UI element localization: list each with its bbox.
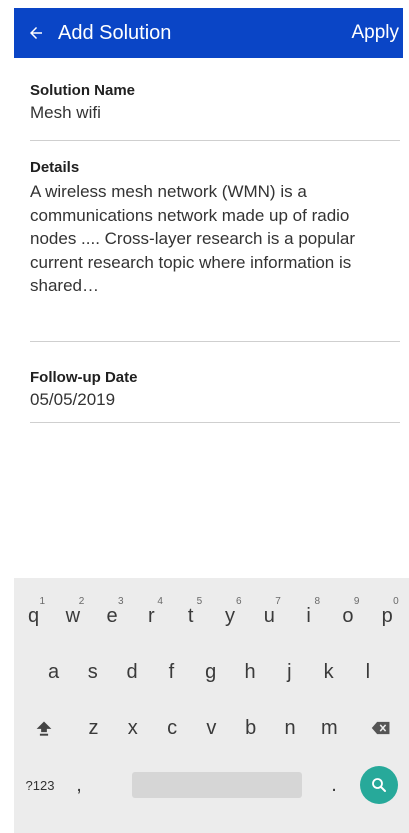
period-key[interactable]: . (314, 765, 354, 805)
key-p[interactable]: p0 (368, 596, 407, 636)
key-z[interactable]: z (74, 708, 113, 748)
followup-date-label: Follow-up Date (30, 369, 138, 386)
followup-date-field[interactable]: Follow-up Date 05/05/2019 (30, 342, 400, 423)
solution-form: Solution Name Mesh wifi Details A wirele… (30, 58, 400, 423)
details-input[interactable]: A wireless mesh network (WMN) is a commu… (30, 180, 400, 298)
soft-keyboard: q1w2e3r4t5y6u7i8o9p0 asdfghjkl zxcvbnm ?… (14, 578, 409, 833)
key-i[interactable]: i8 (289, 596, 328, 636)
key-h[interactable]: h (231, 652, 270, 692)
comma-key[interactable]: , (62, 765, 96, 805)
space-key[interactable] (132, 772, 302, 798)
key-label: w (65, 604, 81, 627)
key-u[interactable]: u7 (250, 596, 289, 636)
backspace-icon (371, 721, 390, 735)
shift-key[interactable] (22, 708, 66, 748)
key-label: t (187, 604, 194, 627)
search-icon (372, 778, 386, 792)
key-d[interactable]: d (113, 652, 152, 692)
key-n[interactable]: n (271, 708, 310, 748)
key-label: r (148, 604, 155, 627)
key-t[interactable]: t5 (171, 596, 210, 636)
key-f[interactable]: f (152, 652, 191, 692)
arrow-left-icon (30, 27, 42, 39)
keyboard-row-2: asdfghjkl (14, 652, 409, 692)
key-hint: 6 (235, 596, 242, 607)
key-hint: 2 (78, 596, 85, 607)
solution-name-input[interactable]: Mesh wifi (30, 103, 400, 123)
key-m[interactable]: m (310, 708, 349, 748)
key-hint: 3 (118, 596, 124, 607)
details-field[interactable]: Details A wireless mesh network (WMN) is… (30, 141, 400, 342)
key-x[interactable]: x (113, 708, 152, 748)
key-j[interactable]: j (270, 652, 309, 692)
key-r[interactable]: r4 (132, 596, 171, 636)
key-label: o (342, 604, 354, 627)
page-title: Add Solution (58, 21, 172, 44)
details-label: Details (30, 159, 80, 176)
key-label: q (27, 604, 40, 627)
key-label: p (381, 604, 393, 627)
key-w[interactable]: w2 (53, 596, 92, 636)
key-hint: 9 (353, 596, 360, 607)
key-hint: 1 (39, 596, 45, 607)
shift-icon (36, 721, 52, 736)
backspace-key[interactable] (358, 708, 404, 748)
key-s[interactable]: s (73, 652, 112, 692)
solution-name-label: Solution Name (30, 82, 136, 99)
key-v[interactable]: v (192, 708, 231, 748)
key-label: y (225, 604, 235, 627)
key-hint: 8 (314, 596, 321, 607)
key-b[interactable]: b (231, 708, 270, 748)
keyboard-row-1: q1w2e3r4t5y6u7i8o9p0 (14, 596, 409, 636)
key-c[interactable]: c (153, 708, 192, 748)
key-e[interactable]: e3 (93, 596, 132, 636)
key-g[interactable]: g (191, 652, 230, 692)
key-hint: 0 (393, 596, 399, 607)
key-hint: 5 (196, 596, 203, 607)
followup-date-input[interactable]: 05/05/2019 (30, 390, 400, 410)
key-hint: 4 (157, 596, 163, 607)
key-label: e (106, 604, 118, 627)
key-l[interactable]: l (348, 652, 387, 692)
keyboard-row-4: ?123 , . (14, 765, 409, 805)
key-label: i (306, 604, 311, 627)
key-hint: 7 (275, 596, 281, 607)
key-k[interactable]: k (309, 652, 348, 692)
keyboard-row-3: zxcvbnm (14, 708, 409, 748)
key-label: u (263, 604, 275, 627)
symbols-key[interactable]: ?123 (18, 765, 62, 805)
key-o[interactable]: o9 (328, 596, 367, 636)
search-key[interactable] (360, 766, 398, 804)
key-q[interactable]: q1 (14, 596, 53, 636)
key-y[interactable]: y6 (211, 596, 250, 636)
key-a[interactable]: a (34, 652, 73, 692)
apply-button[interactable]: Apply (351, 22, 403, 44)
app-bar: Add Solution Apply (14, 8, 403, 58)
solution-name-field[interactable]: Solution Name Mesh wifi (30, 58, 400, 141)
back-button[interactable] (14, 8, 58, 58)
